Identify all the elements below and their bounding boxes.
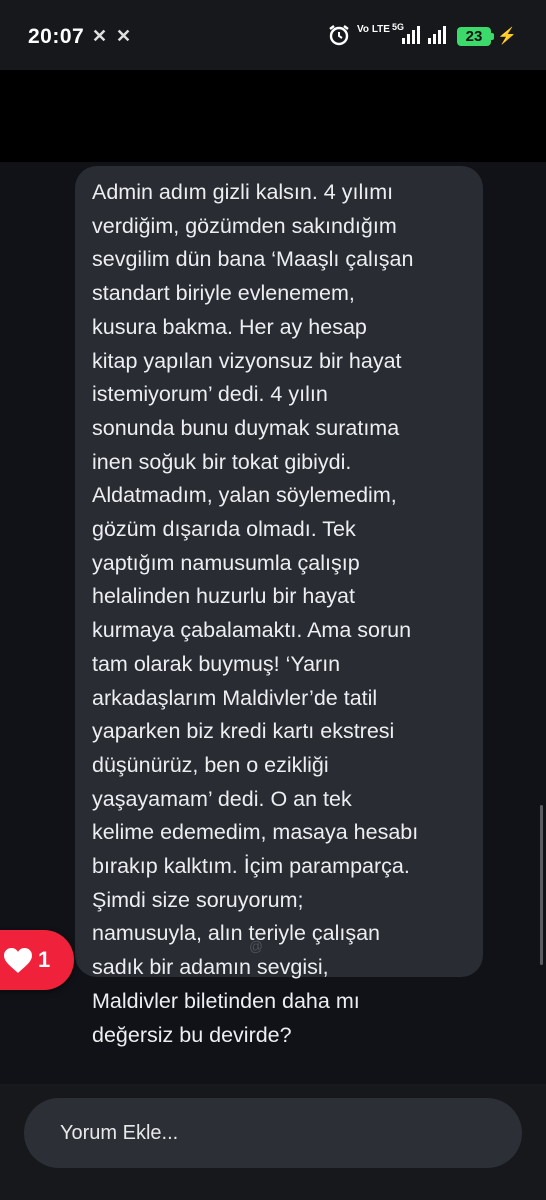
message-text: Admin adım gizli kalsın. 4 yılımı verdiğ… — [92, 180, 419, 1047]
battery-icon: 23 — [457, 27, 491, 46]
signal-strength-icon — [428, 26, 446, 44]
content-area: Admin adım gizli kalsın. 4 yılımı verdiğ… — [0, 162, 546, 1084]
status-bar: 20:07 ✕ ✕ Vo LTE 5G 23 ⚡ — [0, 0, 546, 70]
battery-tip — [491, 33, 494, 40]
bottom-bar: Yorum Ekle... — [0, 1084, 546, 1200]
alarm-clock-icon — [329, 25, 349, 46]
heart-icon — [4, 948, 32, 973]
x-notification-icon: ✕ — [92, 26, 108, 46]
scrollbar[interactable] — [540, 805, 543, 965]
status-time: 20:07 — [28, 25, 85, 48]
signal-strength-icon — [402, 26, 420, 44]
like-count: 1 — [38, 947, 51, 972]
charging-bolt-icon: ⚡ — [497, 28, 517, 45]
volte-indicator: Vo LTE — [357, 24, 390, 35]
comment-input[interactable]: Yorum Ekle... — [24, 1098, 522, 1168]
like-badge[interactable]: 1 — [0, 930, 74, 990]
message-bubble: Admin adım gizli kalsın. 4 yılımı verdiğ… — [75, 166, 483, 1047]
x-notification-icon: ✕ — [116, 26, 132, 46]
